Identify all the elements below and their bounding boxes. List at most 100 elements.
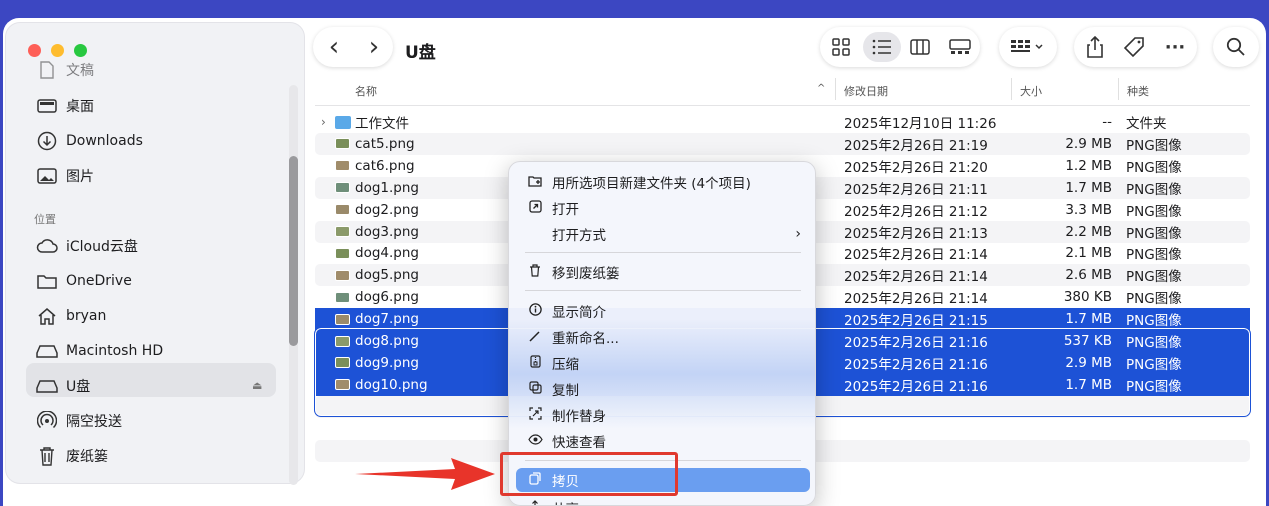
table-row[interactable]: › 工作文件 2025年12月10日 11:26 -- 文件夹 [315,111,1250,133]
file-date: 2025年2月26日 21:12 [844,203,988,220]
folder-icon [335,115,351,129]
close-button[interactable] [28,44,41,57]
tag-icon[interactable] [1119,33,1149,61]
open-icon [527,200,543,216]
file-kind: PNG图像 [1126,291,1182,308]
column-header-date[interactable]: 修改日期 [844,83,888,99]
file-size: 2.9 MB [1065,135,1112,152]
file-date: 2025年2月26日 21:13 [844,225,988,242]
zoom-button[interactable] [74,44,87,57]
menu-separator [525,290,801,291]
eye-icon [527,434,543,448]
file-size: 2.2 MB [1065,223,1112,240]
sidebar-item-bryan[interactable]: bryan [36,303,106,329]
folder-icon [36,270,58,292]
download-icon [36,130,58,152]
sidebar-item-airdrop[interactable]: 隔空投送 [36,408,122,434]
file-kind: PNG图像 [1126,269,1182,286]
back-button[interactable]: ‹ [319,32,349,62]
sidebar-item-desktop[interactable]: 桌面 [36,93,94,119]
table-row[interactable]: cat5.png 2025年2月26日 21:19 2.9 MB PNG图像 [315,132,1250,155]
image-thumbnail-icon [335,269,350,281]
photo-icon [36,165,58,187]
column-header-size[interactable]: 大小 [1020,83,1042,99]
new-folder-icon [527,175,543,190]
sidebar-item-trash[interactable]: 废纸篓 [36,443,108,469]
minimize-button[interactable] [51,44,64,57]
image-thumbnail-icon [335,204,350,216]
file-kind: PNG图像 [1126,335,1182,351]
file-size: 1.2 MB [1065,157,1112,174]
duplicate-icon [527,381,543,397]
menu-item-new-folder-with-selection[interactable]: 用所选项目新建文件夹 (4个项目) [509,170,815,194]
icon-view-icon[interactable] [828,35,854,59]
sidebar-section-locations: 位置 [34,213,56,226]
forward-button[interactable]: › [359,32,389,62]
search-icon[interactable] [1221,35,1251,59]
image-thumbnail-icon [335,160,350,172]
file-date: 2025年2月26日 21:14 [844,247,988,264]
more-icon[interactable]: ··· [1159,33,1191,61]
file-size: 1.7 MB [1065,179,1112,196]
list-view-icon[interactable] [863,32,901,62]
menu-item-open-with[interactable]: 打开方式 › [509,222,815,246]
sidebar-scrollbar[interactable] [289,156,298,346]
menu-item-move-to-trash[interactable]: 移到废纸篓 [509,260,815,284]
file-date: 2025年2月26日 21:15 [844,313,988,330]
menu-item-make-alias[interactable]: 制作替身 [509,403,815,427]
file-size: 380 KB [1063,289,1112,306]
menu-item-share[interactable]: 共享... [509,496,815,505]
sidebar-item-label: 图片 [66,169,94,185]
menu-item-quick-look[interactable]: 快速查看 [509,429,815,453]
column-header-name[interactable]: 名称 [355,83,377,99]
file-name: cat6.png [355,157,415,174]
file-date: 2025年2月26日 21:11 [844,181,988,198]
sidebar-item-label: iCloud云盘 [66,239,138,255]
file-name: dog2.png [355,201,419,218]
sidebar-item-documents[interactable]: 文稿 [36,57,94,83]
file-size: 3.3 MB [1065,201,1112,218]
sort-chevron-icon[interactable]: ^ [817,83,825,94]
column-view-icon[interactable] [907,35,933,59]
file-date: 2025年12月10日 11:26 [844,116,997,132]
image-thumbnail-icon [335,357,350,369]
document-icon [36,59,58,81]
gallery-view-icon[interactable] [946,35,974,59]
sidebar: 文稿 桌面 Downloads 图片 位置 iCloud云盘 OneDrive … [6,23,304,485]
column-header-kind[interactable]: 种类 [1127,83,1149,99]
file-kind: PNG图像 [1126,313,1182,330]
file-date: 2025年2月26日 21:16 [844,335,988,351]
sidebar-item-label: 废纸篓 [66,449,108,465]
drive-icon [36,340,58,362]
sidebar-item-pictures[interactable]: 图片 [36,163,94,189]
group-by-icon[interactable] [1007,36,1049,58]
submenu-chevron-icon: › [795,226,801,242]
sidebar-item-usb[interactable]: U盘 [36,373,90,399]
annotation-arrow-icon [355,458,495,490]
share-icon[interactable] [1080,33,1110,61]
file-name: cat5.png [355,135,415,152]
disclosure-chevron-icon[interactable]: › [321,115,326,129]
airdrop-icon [36,410,58,432]
menu-item-get-info[interactable]: 显示简介 [509,299,815,323]
file-kind: PNG图像 [1126,159,1182,176]
menu-item-duplicate[interactable]: 复制 [509,377,815,401]
sidebar-item-label: 桌面 [66,99,94,115]
menu-item-open[interactable]: 打开 [509,196,815,220]
sidebar-item-onedrive[interactable]: OneDrive [36,268,132,294]
file-name: dog8.png [355,333,419,349]
alias-icon [527,407,543,423]
sidebar-item-downloads[interactable]: Downloads [36,128,143,154]
menu-item-rename[interactable]: 重新命名... [509,325,815,349]
file-name: dog6.png [355,289,419,306]
sidebar-item-label: 文稿 [66,63,94,79]
file-date: 2025年2月26日 21:16 [844,378,988,395]
sidebar-item-label: Macintosh HD [66,343,164,359]
sidebar-item-macintosh-hd[interactable]: Macintosh HD [36,338,163,364]
eject-icon[interactable]: ⏏ [252,379,262,392]
image-thumbnail-icon [335,291,350,303]
sidebar-item-icloud[interactable]: iCloud云盘 [36,233,138,259]
menu-item-compress[interactable]: 压缩 [509,351,815,375]
trash-icon [36,445,58,467]
file-date: 2025年2月26日 21:14 [844,291,988,308]
